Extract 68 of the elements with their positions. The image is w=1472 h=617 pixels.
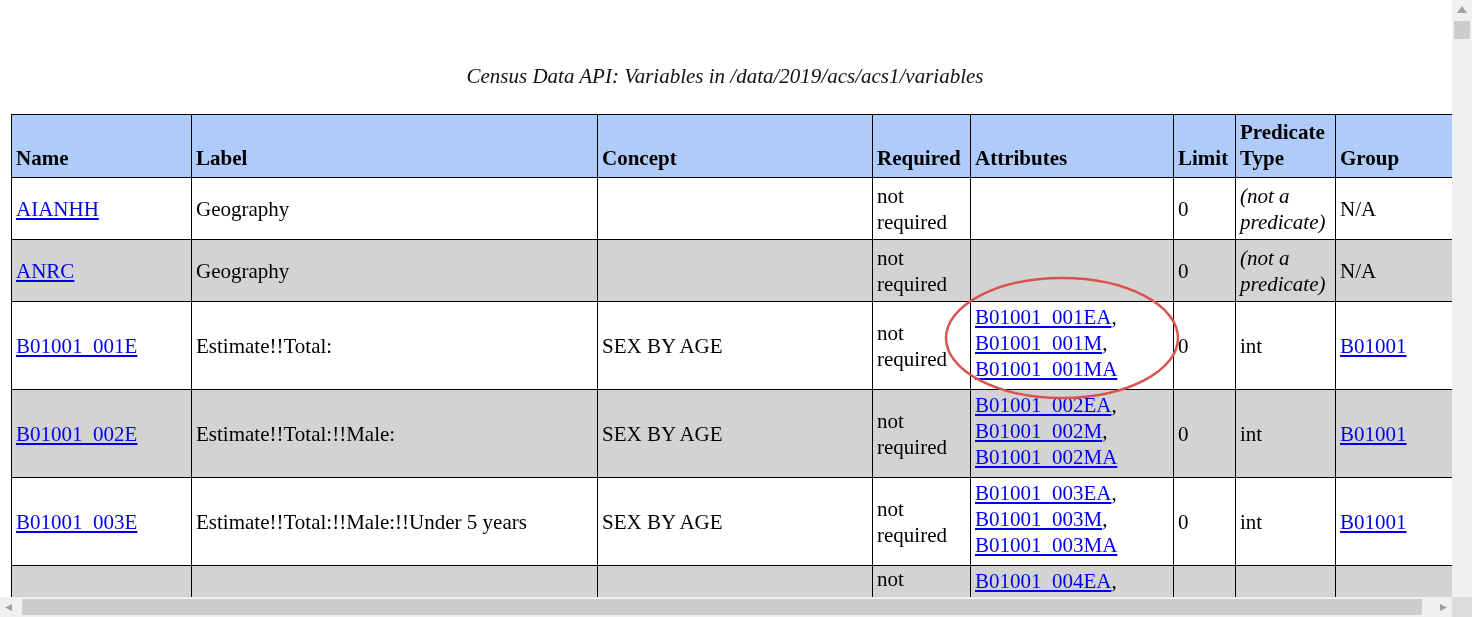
variable-link[interactable]: B01001_002E — [16, 421, 138, 446]
attribute-link[interactable]: B01001_002EA — [975, 393, 1112, 417]
vertical-scrollbar[interactable] — [1452, 0, 1472, 597]
required-text: not required — [877, 183, 947, 234]
scroll-up-icon[interactable] — [1457, 6, 1467, 13]
comma-text: , — [1111, 393, 1117, 417]
concept-text: SEX BY AGE — [602, 421, 723, 446]
limit-text: 0 — [1178, 196, 1189, 221]
scroll-right-icon[interactable] — [1437, 603, 1447, 611]
column-header: Predicate Type — [1235, 114, 1336, 178]
page-title: Census Data API: Variables in /data/2019/acs/acs1/variables — [465, 63, 985, 90]
column-header: Label — [191, 114, 598, 178]
limit-text: 0 — [1178, 509, 1189, 534]
attribute-link[interactable]: B01001_001M — [975, 331, 1103, 355]
required-text: not required — [877, 496, 947, 547]
variable-link[interactable]: ANRC — [16, 258, 75, 283]
column-header: Limit — [1173, 114, 1236, 178]
column-header: Required — [872, 114, 971, 178]
group-link[interactable]: B01001 — [1340, 333, 1407, 358]
comma-text: , — [1111, 305, 1117, 329]
column-header: Group — [1335, 114, 1452, 178]
label-text: Geography — [196, 258, 290, 283]
predicate-type-text: int — [1240, 333, 1263, 358]
attribute-link[interactable]: B01001_004EA — [975, 569, 1112, 593]
variable-link[interactable]: B01001_003E — [16, 509, 138, 534]
group-text: N/A — [1340, 196, 1377, 221]
attribute-link[interactable]: B01001_003EA — [975, 481, 1112, 505]
attribute-link[interactable]: B01001_001EA — [975, 305, 1112, 329]
attribute-link[interactable]: B01001_003M — [975, 507, 1103, 531]
predicate-type-text: (not a predicate) — [1240, 183, 1326, 234]
comma-text: , — [1111, 569, 1117, 593]
comma-text: , — [1111, 481, 1117, 505]
attribute-link[interactable]: B01001_002MA — [975, 445, 1118, 469]
group-text: N/A — [1340, 258, 1377, 283]
comma-text: , — [1102, 419, 1108, 443]
attribute-link[interactable]: B01001_002M — [975, 419, 1103, 443]
scrollbar-thumb[interactable] — [1454, 21, 1470, 39]
horizontal-scrollbar[interactable] — [0, 597, 1472, 617]
group-link[interactable]: B01001 — [1340, 509, 1407, 534]
column-header: Concept — [597, 114, 873, 178]
concept-text: SEX BY AGE — [602, 333, 723, 358]
attribute-link[interactable]: B01001_003MA — [975, 533, 1118, 557]
predicate-type-text: int — [1240, 509, 1263, 534]
label-text: Estimate!!Total:!!Male: — [196, 421, 396, 446]
variable-link[interactable]: B01001_001E — [16, 333, 138, 358]
limit-text: 0 — [1178, 421, 1189, 446]
predicate-type-text: int — [1240, 421, 1263, 446]
attribute-link[interactable]: B01001_001MA — [975, 357, 1118, 381]
comma-text: , — [1102, 507, 1108, 531]
column-header: Attributes — [970, 114, 1174, 178]
label-text: Geography — [196, 196, 290, 221]
required-text: not required — [877, 245, 947, 296]
required-text: not — [877, 567, 904, 591]
column-header: Name — [11, 114, 192, 178]
required-text: not required — [877, 408, 947, 459]
scrollbar-corner — [1452, 597, 1472, 617]
scrollbar-thumb[interactable] — [22, 599, 1422, 615]
group-link[interactable]: B01001 — [1340, 421, 1407, 446]
predicate-type-text: (not a predicate) — [1240, 245, 1326, 296]
variable-link[interactable]: AIANHH — [16, 196, 99, 221]
scroll-left-icon[interactable] — [5, 603, 15, 611]
label-text: Estimate!!Total: — [196, 333, 333, 358]
comma-text: , — [1102, 331, 1108, 355]
label-text: Estimate!!Total:!!Male:!!Under 5 years — [196, 509, 527, 534]
concept-text: SEX BY AGE — [602, 509, 723, 534]
limit-text: 0 — [1178, 333, 1189, 358]
required-text: not required — [877, 320, 947, 371]
limit-text: 0 — [1178, 258, 1189, 283]
